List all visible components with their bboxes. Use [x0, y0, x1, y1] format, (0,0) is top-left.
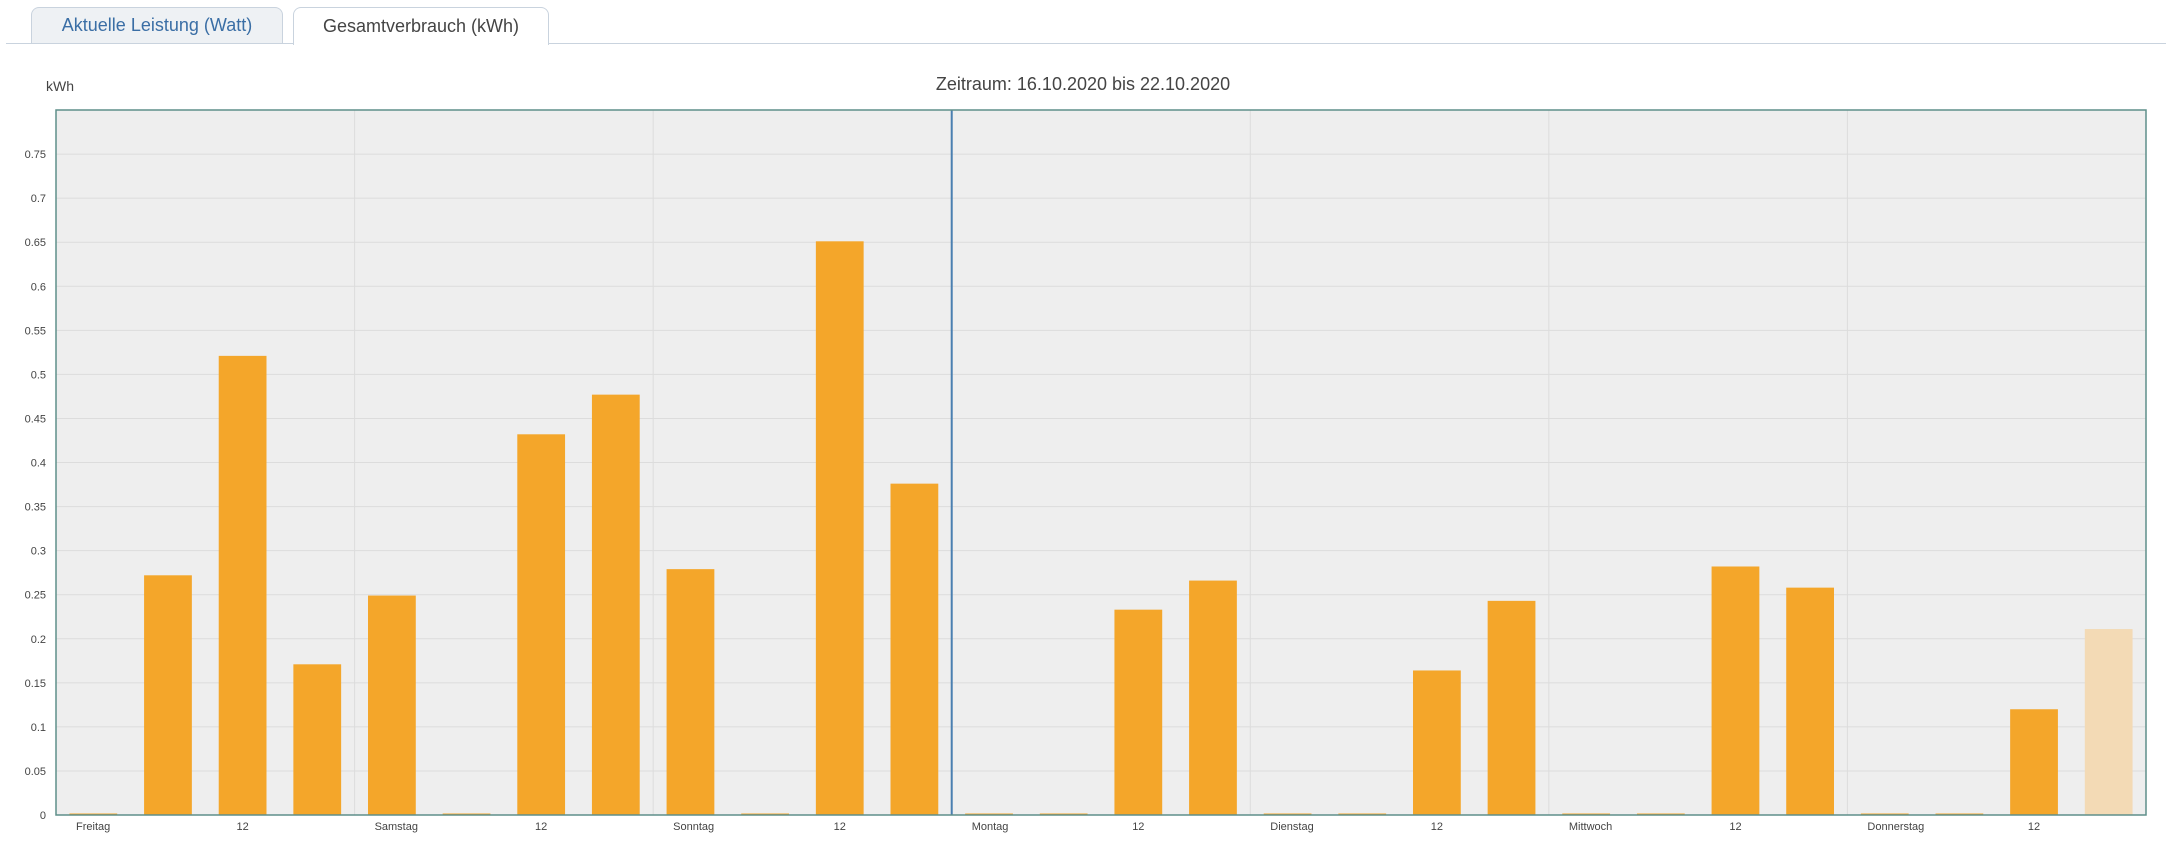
- tab-total-consumption[interactable]: Gesamtverbrauch (kWh): [293, 7, 549, 45]
- y-tick-label: 0.05: [25, 766, 46, 778]
- bar: [1189, 580, 1237, 815]
- x-day-label: Donnerstag: [1867, 821, 1924, 833]
- x-midday-label: 12: [236, 821, 248, 833]
- y-tick-label: 0.6: [31, 281, 46, 293]
- x-day-label: Dienstag: [1270, 821, 1313, 833]
- x-midday-label: 12: [1729, 821, 1741, 833]
- y-tick-label: 0.25: [25, 590, 46, 602]
- bar-incomplete: [2084, 629, 2133, 815]
- bar: [1786, 587, 1834, 815]
- x-midday-label: 12: [1431, 821, 1443, 833]
- bar: [144, 575, 192, 815]
- y-tick-label: 0.3: [31, 546, 46, 558]
- x-day-label: Mittwoch: [1569, 821, 1612, 833]
- bar: [293, 664, 342, 815]
- bar: [1413, 670, 1461, 815]
- y-tick-label: 0.35: [25, 502, 46, 514]
- bar: [368, 595, 416, 815]
- consumption-bar-chart: 0 0.05 0.1 0.15 0.2 0.25 0.3 0.35 0.4 0.45 0.5 0.55…: [25, 109, 2147, 833]
- bar: [517, 434, 566, 815]
- bar: [890, 483, 939, 815]
- y-tick-label: 0.7: [31, 193, 46, 205]
- y-tick-label: 0.2: [31, 634, 46, 646]
- x-day-label: Samstag: [375, 821, 418, 833]
- bar: [666, 569, 715, 815]
- bar: [2010, 709, 2058, 815]
- x-day-label: Sonntag: [673, 821, 714, 833]
- x-midday-label: 12: [535, 821, 547, 833]
- bar: [218, 355, 267, 815]
- y-tick-label: 0.1: [31, 722, 46, 734]
- y-tick-label: 0.15: [25, 678, 46, 690]
- y-tick-label: 0.75: [25, 149, 46, 161]
- x-midday-label: 12: [2028, 821, 2040, 833]
- y-tick-label: 0.4: [31, 458, 46, 470]
- x-day-label: Montag: [972, 821, 1009, 833]
- y-tick-label: 0.55: [25, 325, 46, 337]
- bar: [815, 241, 864, 815]
- y-tick-label: 0.45: [25, 413, 46, 425]
- bar: [591, 394, 640, 815]
- bar: [1711, 566, 1760, 815]
- y-tick-label: 0.65: [25, 237, 46, 249]
- y-tick-label: 0: [40, 810, 46, 822]
- x-midday-label: 12: [1132, 821, 1144, 833]
- bar: [1487, 600, 1536, 815]
- bar: [1114, 609, 1163, 815]
- x-day-label: Freitag: [76, 821, 110, 833]
- y-tick-label: 0.5: [31, 369, 46, 381]
- x-midday-label: 12: [834, 821, 846, 833]
